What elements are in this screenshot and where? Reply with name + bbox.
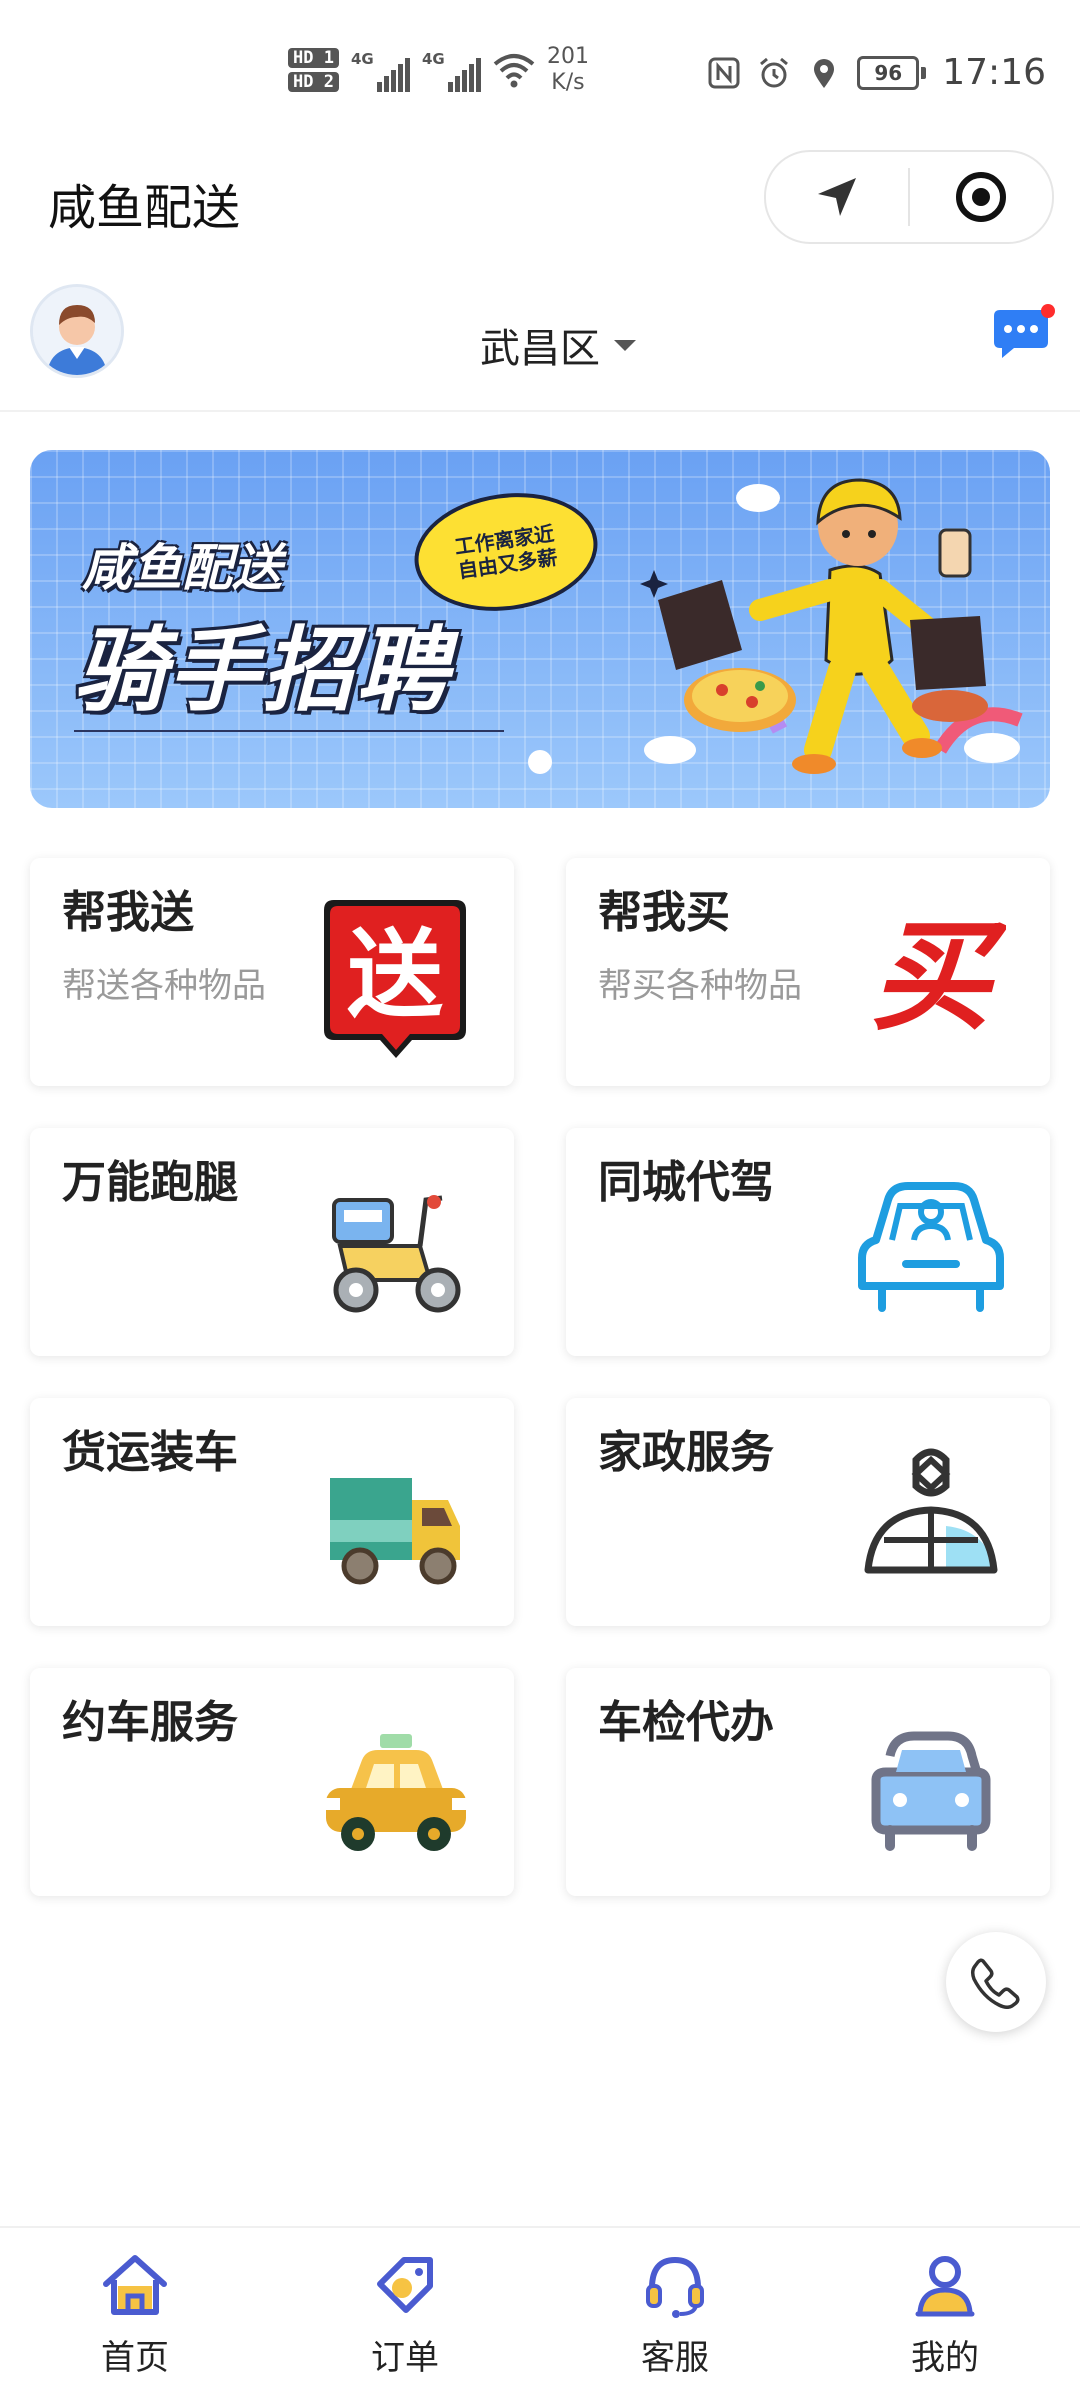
clock: 17:16	[942, 52, 1046, 93]
status-right: 96 17:16	[707, 52, 1046, 93]
network-type-2: 4G	[421, 50, 445, 68]
home-icon	[103, 2255, 167, 2315]
district-label: 武昌区	[480, 326, 600, 372]
chat-bubble-icon	[994, 304, 1055, 358]
tab-orders[interactable]: 订单	[270, 2228, 540, 2402]
service-title: 车检代办	[598, 1697, 774, 1748]
signal-2-icon: 4G	[422, 48, 481, 92]
headset-icon	[646, 2256, 704, 2318]
service-subtitle: 帮送各种物品	[62, 966, 266, 1006]
service-card-buy[interactable]: 帮我买 帮买各种物品 买	[566, 858, 1050, 1086]
service-title: 帮我买	[598, 887, 730, 938]
banner-subtitle: 咸鱼配送	[82, 539, 282, 597]
app-title: 咸鱼配送	[48, 180, 241, 236]
network-type-1: 4G	[350, 50, 374, 68]
signal-1-icon: 4G	[351, 48, 410, 92]
banner-title: 骑手招聘	[74, 617, 451, 724]
order-tag-icon	[377, 2257, 433, 2313]
service-card-ride-booking[interactable]: 约车服务	[30, 1668, 514, 1896]
deliver-icon: 送	[324, 900, 466, 1058]
wifi-icon	[493, 54, 535, 88]
message-button[interactable]	[990, 302, 1058, 364]
service-card-errand[interactable]: 万能跑腿	[30, 1128, 514, 1356]
bottom-tab-bar: 首页 订单 客服 我的	[0, 2226, 1080, 2402]
service-title: 同城代驾	[598, 1157, 774, 1208]
service-card-deliver[interactable]: 帮我送 帮送各种物品 送	[30, 858, 514, 1086]
location-pin-icon	[814, 58, 835, 88]
service-card-car-inspection[interactable]: 车检代办	[566, 1668, 1050, 1896]
nfc-icon	[708, 57, 740, 88]
navigation-arrow-icon	[818, 178, 856, 216]
hd-indicators: HD 1 HD 2	[288, 48, 339, 92]
status-bar: HD 1 HD 2 4G 4G 201 K/s 96 17:16	[0, 0, 1080, 150]
tab-home[interactable]: 首页	[0, 2228, 270, 2402]
battery-icon: 96	[857, 55, 927, 90]
svg-text:买: 买	[871, 908, 1006, 1047]
tab-profile[interactable]: 我的	[810, 2228, 1080, 2402]
housekeeping-icon	[864, 1448, 998, 1574]
profile-icon	[915, 2256, 975, 2317]
service-card-designated-driver[interactable]: 同城代驾	[566, 1128, 1050, 1356]
title-bar: 咸鱼配送	[0, 150, 1080, 250]
network-speed: 201 K/s	[547, 44, 589, 96]
driver-car-icon	[858, 1182, 1004, 1312]
tab-customer-service[interactable]: 客服	[540, 2228, 810, 2402]
user-avatar[interactable]	[30, 284, 124, 378]
service-card-housekeeping[interactable]: 家政服务	[566, 1398, 1050, 1626]
service-title: 帮我送	[62, 887, 194, 938]
location-arrow-button[interactable]	[766, 152, 908, 242]
tab-label: 订单	[371, 2338, 439, 2378]
carousel-indicator	[528, 750, 552, 774]
header-row: 武昌区	[0, 270, 1080, 412]
hd1-badge: HD 1	[288, 48, 339, 68]
buy-icon: 买	[871, 908, 1006, 1047]
target-circle-icon	[956, 172, 1006, 222]
service-title: 家政服务	[598, 1427, 774, 1478]
tab-label: 首页	[101, 2338, 169, 2378]
tab-label: 客服	[641, 2338, 709, 2378]
hd2-badge: HD 2	[288, 72, 339, 92]
service-title: 货运装车	[62, 1427, 238, 1478]
district-selector[interactable]: 武昌区	[480, 316, 636, 374]
service-subtitle: 帮买各种物品	[598, 966, 802, 1006]
service-card-freight[interactable]: 货运装车	[30, 1398, 514, 1626]
call-button[interactable]	[946, 1932, 1046, 2032]
scooter-icon	[332, 1195, 461, 1313]
alarm-icon	[760, 57, 789, 87]
caret-down-icon	[614, 339, 636, 351]
tab-label: 我的	[911, 2338, 979, 2378]
truck-icon	[330, 1478, 460, 1585]
taxi-icon	[326, 1734, 466, 1851]
battery-level: 96	[857, 55, 920, 90]
speed-value: 201	[546, 44, 589, 69]
phone-icon	[970, 1958, 1020, 2009]
recruitment-banner[interactable]: 咸鱼配送 骑手招聘 工作离家近 自由又多薪	[30, 450, 1050, 808]
avatar-icon	[33, 287, 121, 375]
svg-text:送: 送	[347, 919, 443, 1031]
service-title: 约车服务	[62, 1697, 238, 1748]
speed-unit: K/s	[551, 70, 585, 95]
banner-divider	[74, 730, 504, 732]
car-inspection-icon	[871, 1731, 991, 1851]
status-left: HD 1 HD 2 4G 4G 201 K/s	[288, 44, 589, 96]
close-miniapp-button[interactable]	[910, 152, 1052, 242]
miniapp-capsule	[764, 150, 1054, 244]
rider-illustration-icon	[640, 478, 1023, 774]
service-title: 万能跑腿	[62, 1157, 238, 1208]
